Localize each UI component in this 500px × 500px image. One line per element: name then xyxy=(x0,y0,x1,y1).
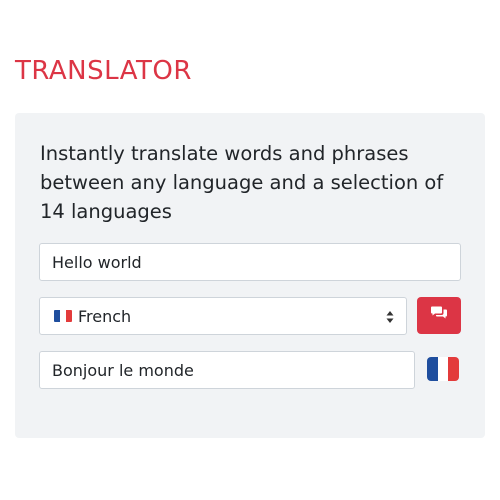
language-select-value: French xyxy=(78,306,132,326)
translation-output[interactable]: Bonjour le monde xyxy=(39,351,415,389)
source-text-value: Hello world xyxy=(52,252,142,272)
panel-description: Instantly translate words and phrases be… xyxy=(40,142,444,223)
flag-fr-icon xyxy=(427,357,459,381)
language-select[interactable]: French xyxy=(39,297,407,335)
select-arrows-icon xyxy=(386,308,394,326)
comments-icon xyxy=(430,306,448,326)
translation-output-value: Bonjour le monde xyxy=(52,360,194,380)
translate-button[interactable] xyxy=(417,297,461,334)
translator-panel: Instantly translate words and phrases be… xyxy=(15,113,485,438)
app-title: TRANSLATOR xyxy=(15,56,192,86)
flag-fr-icon xyxy=(54,310,72,322)
source-text-input[interactable]: Hello world xyxy=(39,243,461,281)
